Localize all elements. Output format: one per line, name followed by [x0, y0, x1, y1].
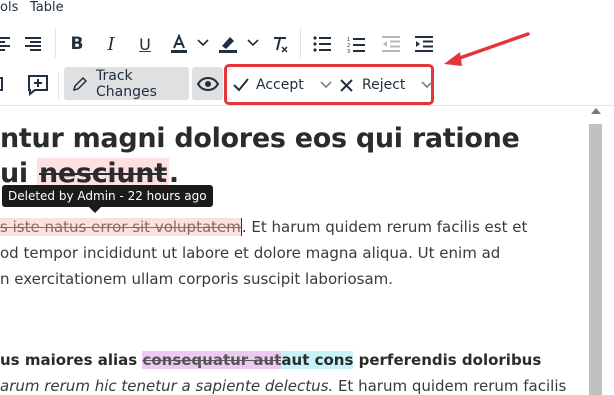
annotation-arrow-icon: [440, 30, 532, 74]
chevron-down-icon[interactable]: [320, 81, 332, 89]
track-changes-button[interactable]: Track Changes: [64, 67, 189, 100]
numbered-list-icon[interactable]: 123: [345, 34, 367, 54]
menu-tools[interactable]: ols: [0, 0, 18, 16]
align-right-icon[interactable]: [24, 34, 42, 54]
chevron-down-icon[interactable]: [196, 36, 210, 50]
accept-label: Accept: [256, 77, 304, 93]
heading-line-1: ntur magni dolores eos qui ratione: [0, 123, 520, 154]
accept-button[interactable]: Accept: [233, 70, 332, 100]
tooltip-arrow: [89, 207, 101, 213]
paragraph-text: perferendis doloribus: [353, 351, 542, 369]
close-icon: [340, 78, 353, 92]
italic-icon[interactable]: I: [101, 34, 121, 55]
italic-text: arum rerum hic tenetur a sapiente delect…: [0, 377, 334, 395]
menu-table[interactable]: Table: [30, 0, 64, 16]
outdent-icon[interactable]: [380, 34, 402, 54]
bullet-list-icon[interactable]: [311, 34, 333, 54]
chevron-down-icon[interactable]: [421, 81, 433, 89]
inserted-text[interactable]: aut cons: [281, 351, 354, 369]
paragraph-line: od tempor incididunt ut labore et dolore…: [0, 244, 501, 262]
paragraph-line: arum rerum hic tenetur a sapiente delect…: [0, 377, 566, 395]
svg-text:3: 3: [347, 49, 350, 53]
track-changes-label: Track Changes: [96, 67, 157, 100]
clear-formatting-icon[interactable]: [270, 34, 290, 56]
reject-button[interactable]: Reject: [340, 70, 433, 100]
align-partial-icon[interactable]: [0, 34, 12, 54]
eye-icon: [196, 76, 219, 91]
show-changes-button[interactable]: [192, 67, 223, 100]
scroll-up-icon[interactable]: [591, 108, 601, 114]
highlight-color-icon[interactable]: [217, 32, 239, 56]
reject-label: Reject: [362, 77, 406, 93]
change-tooltip: Deleted by Admin - 22 hours ago: [2, 185, 213, 207]
menubar: ols Table: [0, 0, 614, 20]
toolbar-divider: [300, 28, 301, 58]
paragraph-line: n exercitationem ullam corporis suscipit…: [0, 270, 394, 288]
underline-icon[interactable]: U: [135, 34, 155, 54]
toolbar-divider: [55, 28, 56, 58]
indent-icon[interactable]: [413, 34, 435, 54]
chevron-down-icon[interactable]: [246, 36, 260, 50]
text-color-icon[interactable]: [168, 32, 190, 56]
deleted-text[interactable]: consequatur aut: [142, 351, 282, 369]
editor-content[interactable]: ntur magni dolores eos qui ratione ui ne…: [0, 106, 584, 395]
check-icon: [233, 78, 249, 92]
scrollbar-thumb[interactable]: [589, 124, 602, 395]
pencil-icon: [72, 76, 88, 92]
paragraph-text: Et harum quidem rerum facilis: [333, 377, 567, 395]
paragraph-line: s iste natus error sit voluptatem. Et ha…: [0, 218, 527, 236]
deleted-text[interactable]: s iste natus error sit voluptatem: [0, 218, 242, 236]
bold-icon[interactable]: B: [67, 34, 87, 54]
toolbar-divider: [58, 72, 59, 100]
add-comment-icon[interactable]: [26, 73, 50, 97]
paragraph-text: us maiores alias: [0, 351, 143, 369]
paragraph-line: us maiores alias consequatur autaut cons…: [0, 351, 541, 369]
paragraph-text: . Et harum quidem rerum facilis est et: [241, 218, 528, 236]
partial-icon[interactable]: [0, 74, 6, 94]
